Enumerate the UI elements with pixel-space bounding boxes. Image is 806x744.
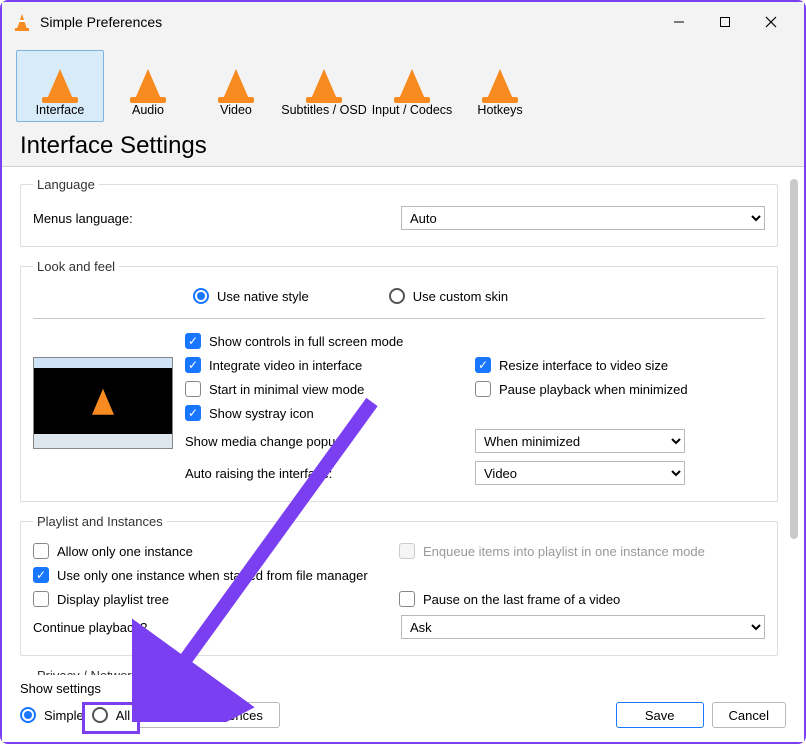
checkbox-icon xyxy=(185,381,201,397)
radio-label: Simple xyxy=(44,708,84,723)
chk-enqueue-one-instance: Enqueue items into playlist in one insta… xyxy=(399,543,765,559)
radio-label: Use native style xyxy=(217,289,309,304)
media-change-popup-select[interactable]: When minimized xyxy=(475,429,685,453)
radio-icon xyxy=(92,707,108,723)
chk-pause-minimized[interactable]: Pause playback when minimized xyxy=(475,381,765,397)
radio-icon xyxy=(389,288,405,304)
close-button[interactable] xyxy=(748,6,794,38)
media-change-popup-label: Show media change popup: xyxy=(185,434,346,449)
continue-playback-select[interactable]: Ask xyxy=(401,615,765,639)
checkbox-icon xyxy=(399,543,415,559)
tab-audio[interactable]: Audio xyxy=(104,50,192,122)
chk-label: Display playlist tree xyxy=(57,592,169,607)
category-tabs: Interface Audio Video Subtitles / OSD In… xyxy=(2,42,804,122)
checkbox-icon xyxy=(185,357,201,373)
chk-label: Resize interface to video size xyxy=(499,358,668,373)
settings-scroll-area: Language Menus language: Auto Look and f… xyxy=(2,167,804,685)
tab-label: Interface xyxy=(36,103,85,117)
group-language: Language Menus language: Auto xyxy=(20,177,778,247)
chk-start-minimal[interactable]: Start in minimal view mode xyxy=(185,381,475,397)
chk-label: Allow only one instance xyxy=(57,544,193,559)
tab-label: Subtitles / OSD xyxy=(281,103,366,117)
tab-label: Audio xyxy=(132,103,164,117)
chk-integrate-video[interactable]: Integrate video in interface xyxy=(185,357,475,373)
checkbox-icon xyxy=(185,333,201,349)
checkbox-icon xyxy=(33,543,49,559)
chk-resize-to-video[interactable]: Resize interface to video size xyxy=(475,357,765,373)
chk-show-systray[interactable]: Show systray icon xyxy=(185,405,765,421)
checkbox-icon xyxy=(475,381,491,397)
chk-label: Show systray icon xyxy=(209,406,314,421)
reset-preferences-button[interactable]: Reset Preferences xyxy=(138,702,280,728)
menus-language-label: Menus language: xyxy=(33,211,393,226)
tab-label: Video xyxy=(220,103,252,117)
chk-label: Enqueue items into playlist in one insta… xyxy=(423,544,705,559)
footer: Show settings Simple All Reset Preferenc… xyxy=(2,675,804,742)
chk-display-tree[interactable]: Display playlist tree xyxy=(33,591,399,607)
tab-video[interactable]: Video xyxy=(192,50,280,122)
radio-icon xyxy=(20,707,36,723)
maximize-button[interactable] xyxy=(702,6,748,38)
minimize-button[interactable] xyxy=(656,6,702,38)
menus-language-select[interactable]: Auto xyxy=(401,206,765,230)
checkbox-icon xyxy=(475,357,491,373)
chk-pause-last-frame[interactable]: Pause on the last frame of a video xyxy=(399,591,765,607)
save-button[interactable]: Save xyxy=(616,702,704,728)
show-settings-label: Show settings xyxy=(20,681,786,696)
tab-label: Hotkeys xyxy=(477,103,522,117)
continue-playback-label: Continue playback? xyxy=(33,620,393,635)
chk-show-controls-fullscreen[interactable]: Show controls in full screen mode xyxy=(185,333,765,349)
style-custom-option[interactable]: Use custom skin xyxy=(389,288,508,304)
chk-one-instance-from-fm[interactable]: Use only one instance when started from … xyxy=(33,567,765,583)
checkbox-icon xyxy=(33,591,49,607)
vlc-cone-icon xyxy=(12,12,32,32)
interface-preview xyxy=(33,357,173,449)
auto-raise-select[interactable]: Video xyxy=(475,461,685,485)
scrollbar[interactable] xyxy=(790,179,798,539)
group-playlist-instances: Playlist and Instances Allow only one in… xyxy=(20,514,778,656)
radio-label: All xyxy=(116,708,130,723)
group-legend: Playlist and Instances xyxy=(33,514,167,529)
chk-label: Integrate video in interface xyxy=(209,358,362,373)
window-title: Simple Preferences xyxy=(40,14,162,30)
tab-input-codecs[interactable]: Input / Codecs xyxy=(368,50,456,122)
auto-raise-label: Auto raising the interface: xyxy=(185,466,332,481)
checkbox-icon xyxy=(399,591,415,607)
tab-hotkeys[interactable]: Hotkeys xyxy=(456,50,544,122)
group-look-and-feel: Look and feel Use native style Use custo… xyxy=(20,259,778,502)
group-legend: Language xyxy=(33,177,99,192)
chk-label: Use only one instance when started from … xyxy=(57,568,368,583)
titlebar: Simple Preferences xyxy=(2,2,804,42)
chk-allow-one-instance[interactable]: Allow only one instance xyxy=(33,543,399,559)
show-settings-all[interactable]: All xyxy=(92,707,130,723)
cancel-button[interactable]: Cancel xyxy=(712,702,786,728)
chk-label: Pause playback when minimized xyxy=(499,382,688,397)
radio-label: Use custom skin xyxy=(413,289,508,304)
tab-subtitles-osd[interactable]: Subtitles / OSD xyxy=(280,50,368,122)
checkbox-icon xyxy=(33,567,49,583)
style-native-option[interactable]: Use native style xyxy=(193,288,309,304)
radio-icon xyxy=(193,288,209,304)
chk-label: Show controls in full screen mode xyxy=(209,334,403,349)
page-title: Interface Settings xyxy=(2,122,804,167)
show-settings-simple[interactable]: Simple xyxy=(20,707,84,723)
tab-interface[interactable]: Interface xyxy=(16,50,104,122)
tab-label: Input / Codecs xyxy=(372,103,453,117)
group-legend: Look and feel xyxy=(33,259,119,274)
chk-label: Start in minimal view mode xyxy=(209,382,364,397)
checkbox-icon xyxy=(185,405,201,421)
chk-label: Pause on the last frame of a video xyxy=(423,592,620,607)
